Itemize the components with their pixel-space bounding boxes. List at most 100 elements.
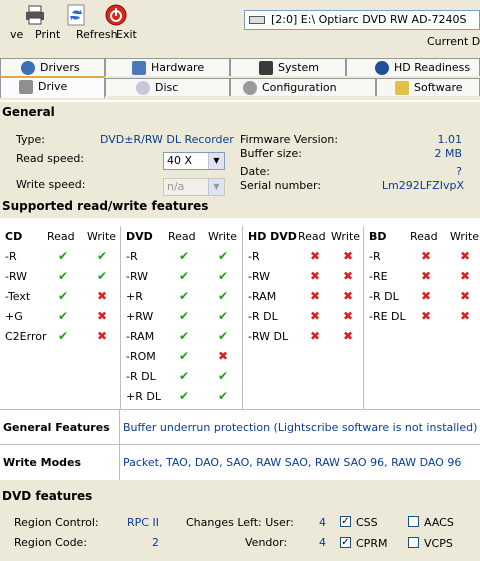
- region-control-label: Region Control:: [14, 516, 99, 529]
- read-column-header: Read: [410, 230, 438, 243]
- divider: [0, 444, 480, 445]
- check-icon: ✔: [218, 369, 229, 383]
- write-column-header: Write: [208, 230, 238, 243]
- check-icon: ✔: [179, 389, 190, 403]
- check-icon: ✔: [179, 369, 190, 383]
- aacs-label: AACS: [424, 516, 454, 529]
- save-icon: [0, 4, 12, 26]
- exit-button-label: Exit: [116, 28, 137, 41]
- cross-icon: ✖: [310, 329, 321, 343]
- feature-row-label: -R DL: [248, 310, 278, 323]
- feature-group-title: HD DVD: [248, 230, 297, 243]
- cprm-label: CPRM: [356, 537, 388, 550]
- cross-icon: ✖: [343, 269, 354, 283]
- general-features-value: Buffer underrun protection (Lightscribe …: [123, 421, 478, 434]
- tab-hd-readiness[interactable]: HD Readiness: [346, 58, 480, 76]
- serial-label: Serial number:: [240, 179, 322, 192]
- chevron-down-icon: ▼: [208, 179, 224, 195]
- write-column-header: Write: [331, 230, 361, 243]
- write-speed-select[interactable]: n/a ▼: [163, 178, 225, 196]
- check-icon: ✔: [179, 309, 190, 323]
- cross-icon: ✖: [343, 289, 354, 303]
- tab-system-label: System: [278, 61, 320, 74]
- tab-hd-readiness-label: HD Readiness: [394, 61, 471, 74]
- check-icon: ✔: [218, 269, 229, 283]
- configuration-icon: [243, 81, 257, 95]
- refresh-icon: [67, 4, 85, 26]
- cross-icon: ✖: [460, 309, 471, 323]
- general-features-label: General Features: [3, 421, 110, 434]
- cross-icon: ✖: [421, 309, 432, 323]
- check-icon: ✔: [58, 249, 69, 263]
- feature-row-label: -RE DL: [369, 310, 406, 323]
- feature-group-title: DVD: [126, 230, 153, 243]
- drive-select[interactable]: [2:0] E:\ Optiarc DVD RW AD-7240S: [244, 10, 480, 30]
- tab-hardware[interactable]: Hardware: [105, 58, 230, 76]
- tab-drive-label: Drive: [38, 80, 68, 93]
- general-header-bg: [0, 102, 480, 122]
- region-code-label: Region Code:: [14, 536, 88, 549]
- feature-row-label: -R: [248, 250, 260, 263]
- cross-icon: ✖: [97, 329, 108, 343]
- drive-tab-icon: [19, 80, 33, 94]
- read-speed-select[interactable]: 40 X ▼: [163, 152, 225, 170]
- disc-icon: [136, 81, 150, 95]
- tab-disc[interactable]: Disc: [105, 78, 230, 96]
- cross-icon: ✖: [343, 249, 354, 263]
- hardware-icon: [132, 61, 146, 75]
- cross-icon: ✖: [421, 269, 432, 283]
- check-icon: ✔: [58, 309, 69, 323]
- current-drive-label: Current Dri: [427, 35, 480, 48]
- write-speed-label: Write speed:: [16, 178, 86, 191]
- feature-row-label: +RW: [126, 310, 154, 323]
- print-button[interactable]: Print: [20, 4, 60, 48]
- column-divider: [120, 226, 121, 409]
- feature-row-label: -RW: [126, 270, 149, 283]
- dvd-features-title: DVD features: [2, 489, 93, 503]
- software-icon: [395, 81, 409, 95]
- check-icon: ✔: [179, 289, 190, 303]
- feature-row-label: -R DL: [369, 290, 399, 303]
- tab-configuration[interactable]: Configuration: [230, 78, 376, 96]
- tab-system[interactable]: System: [230, 58, 346, 76]
- column-divider: [363, 226, 364, 409]
- region-control-value: RPC II: [127, 516, 159, 529]
- save-button[interactable]: ve: [0, 4, 23, 48]
- cross-icon: ✖: [343, 309, 354, 323]
- feature-row-label: +G: [5, 310, 23, 323]
- feature-row-label: -RW DL: [248, 330, 289, 343]
- read-speed-label: Read speed:: [16, 152, 85, 165]
- check-icon: ✔: [179, 329, 190, 343]
- tab-software[interactable]: Software: [376, 78, 480, 96]
- check-icon: ✔: [179, 249, 190, 263]
- general-title: General: [2, 105, 55, 119]
- check-icon: ✔: [58, 269, 69, 283]
- feature-row-label: -R: [369, 250, 381, 263]
- printer-icon: [26, 5, 44, 25]
- check-icon: ✔: [58, 289, 69, 303]
- serial-value: Lm292LFZIvpX: [381, 179, 464, 192]
- tab-drivers[interactable]: Drivers: [0, 58, 105, 76]
- exit-icon: [105, 4, 127, 26]
- feature-row-label: C2Error: [5, 330, 47, 343]
- vendor-label: Vendor:: [245, 536, 288, 549]
- css-checkbox[interactable]: ✓: [340, 516, 351, 527]
- check-icon: ✔: [218, 289, 229, 303]
- feature-row-label: -R DL: [126, 370, 156, 383]
- tab-drive[interactable]: Drive: [0, 76, 105, 98]
- exit-button[interactable]: Exit: [102, 4, 137, 48]
- cross-icon: ✖: [218, 349, 229, 363]
- read-column-header: Read: [47, 230, 75, 243]
- firmware-value: 1.01: [437, 133, 463, 146]
- tab-hardware-label: Hardware: [151, 61, 205, 74]
- feature-row-label: -RW: [5, 270, 28, 283]
- refresh-button[interactable]: Refresh: [55, 4, 118, 48]
- firmware-label: Firmware Version:: [240, 133, 339, 146]
- cprm-checkbox[interactable]: ✓: [340, 537, 351, 548]
- feature-row-label: -R: [5, 250, 17, 263]
- css-label: CSS: [356, 516, 378, 529]
- aacs-checkbox[interactable]: [408, 516, 419, 527]
- cross-icon: ✖: [97, 309, 108, 323]
- vcps-checkbox[interactable]: [408, 537, 419, 548]
- write-modes-label: Write Modes: [3, 456, 82, 469]
